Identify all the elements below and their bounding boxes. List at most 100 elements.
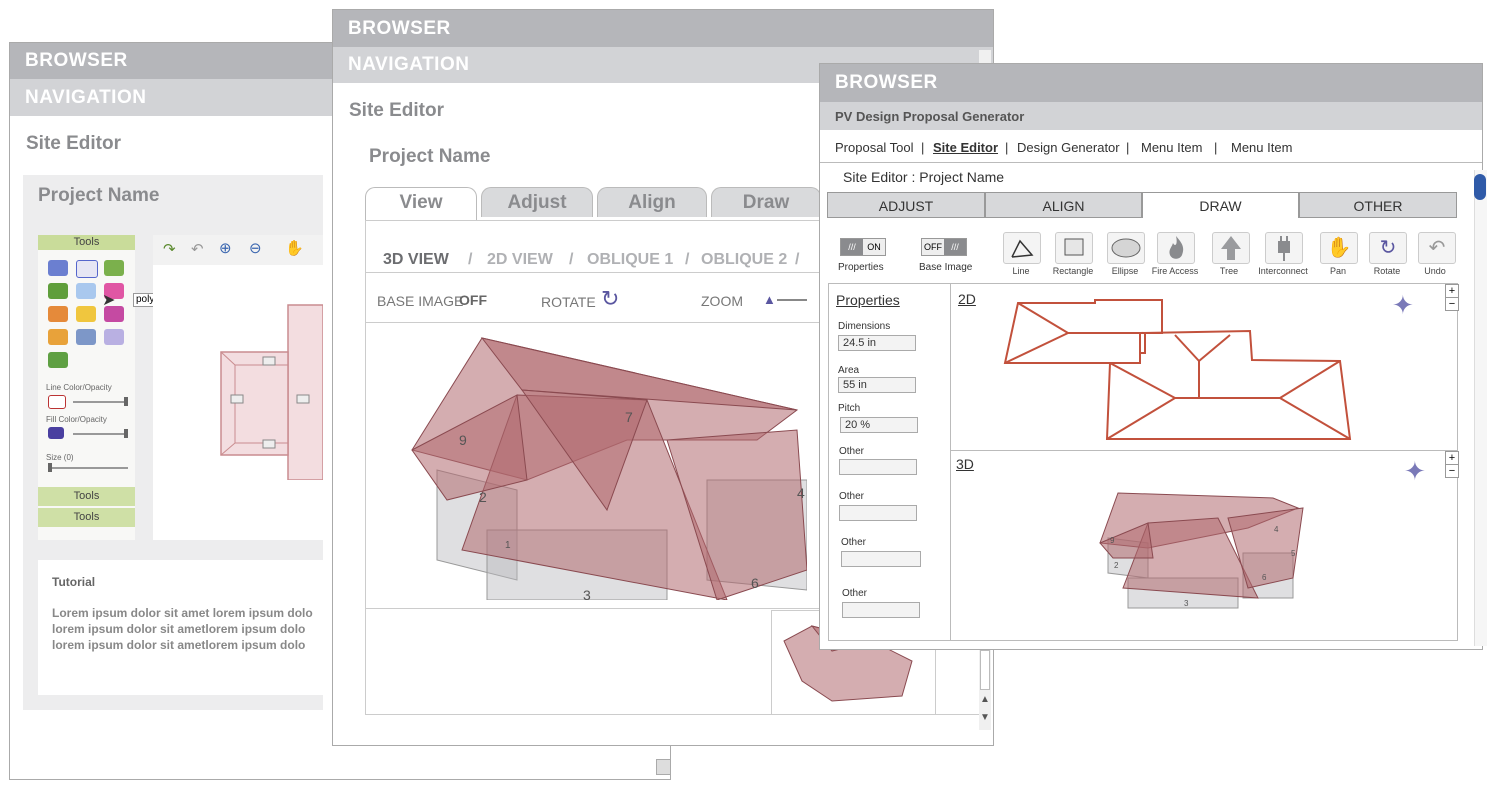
rotate-icon[interactable]: ↻ [601,286,619,312]
undo-tool-icon[interactable]: ↶ [1418,232,1456,264]
tab-align[interactable]: Align [597,187,707,217]
compass-2d-icon[interactable]: ✦ [1392,290,1414,321]
zoom-out-icon[interactable]: ⊖ [249,239,262,257]
undo-icon[interactable]: ↶ [191,240,204,258]
size-slider[interactable] [48,467,128,469]
leaf-icon[interactable] [48,283,68,299]
curve-icon[interactable] [76,260,98,278]
scroll-down-arrow-icon[interactable]: ▼ [980,712,990,723]
hand-icon[interactable]: ✋ [285,239,304,257]
roof-3d-view[interactable]: 9 2 1 7 3 6 4 [367,330,807,600]
redo-icon[interactable]: ↷ [163,240,176,258]
scroll-thumb[interactable] [980,650,990,690]
other-label-4: Other [842,588,868,599]
view-2d-link[interactable]: 2D VIEW [487,251,553,269]
scrollbar-right[interactable] [1474,170,1487,646]
ruler-icon[interactable] [104,260,124,276]
navigation-label: NAVIGATION [25,86,147,108]
oblique-1-link[interactable]: OBLIQUE 1 [587,251,673,269]
tree-icon[interactable] [48,352,68,368]
other-field-1[interactable] [839,459,917,475]
breadcrumb: Site Editor : Project Name [843,169,1005,185]
pitch-label: Pitch [838,403,861,414]
tutorial-line-3: lorem ipsum dolor sit ametlorem ipsum do… [52,638,306,652]
zoom-plus-3d[interactable]: + [1445,451,1459,465]
fill-color-swatch[interactable] [48,427,64,439]
line-tool-label: Line [1012,266,1030,276]
tab-other-3[interactable]: OTHER [1299,192,1457,218]
view-2d-label: 2D [958,291,976,307]
fill-color-label: Fill Color/Opacity [46,415,107,424]
roof-3d-small[interactable]: 9 2 3 4 5 6 [1088,488,1308,613]
zoom-plus-2d[interactable]: + [1445,284,1459,298]
cursor-icon: ➤ [102,292,116,309]
nav-proposal-tool[interactable]: Proposal Tool [835,140,914,155]
scroll-up-arrow-icon[interactable]: ▲ [980,694,990,705]
tree-tool-icon[interactable] [1212,232,1250,264]
view-3d-link[interactable]: 3D VIEW [383,251,449,269]
fill-opacity-slider[interactable] [73,433,128,435]
frame-icon[interactable] [76,329,96,345]
view-divider [951,450,1458,451]
compass-3d-icon[interactable]: ✦ [1404,456,1426,487]
size-handle[interactable] [48,463,52,472]
interconnect-icon[interactable] [1265,232,1303,264]
scroll-thumb-right[interactable] [1474,174,1486,200]
svg-text:2: 2 [479,489,487,505]
tab-align-3[interactable]: ALIGN [985,192,1142,218]
rotate-tool-icon[interactable]: ↻ [1369,232,1407,264]
tab-view[interactable]: View [365,187,477,221]
tab-adjust[interactable]: Adjust [481,187,593,217]
base-image-value[interactable]: OFF [459,292,487,308]
line-color-swatch[interactable] [48,395,66,409]
image-icon[interactable] [48,329,68,345]
text-icon[interactable] [48,306,68,322]
pitch-field[interactable]: 20 % [840,417,918,433]
drawing-canvas[interactable]: ↷ ↶ ⊕ ⊖ ✋ [153,235,323,540]
area-field[interactable]: 55 in [838,377,916,393]
pan-hand-icon[interactable]: ✋ [1320,232,1358,264]
line-opacity-slider[interactable] [73,401,128,403]
layers-icon[interactable] [104,329,124,345]
ellipse-tool-icon[interactable] [1107,232,1145,264]
nav-menu-item-2[interactable]: Menu Item [1231,140,1292,155]
other-field-3[interactable] [841,551,921,567]
tools-button-1[interactable]: Tools [38,487,135,506]
nav-site-editor[interactable]: Site Editor [933,140,998,155]
zoom-in-icon[interactable]: ⊕ [219,239,232,257]
other-field-4[interactable] [842,602,920,618]
app-title: PV Design Proposal Generator [835,109,1025,124]
tab-draw-3[interactable]: DRAW [1142,192,1299,218]
dimensions-field[interactable]: 24.5 in [838,335,916,351]
line-opacity-handle[interactable] [124,397,128,406]
roof-sketch [220,304,323,480]
oblique-2-link[interactable]: OBLIQUE 2 [701,251,787,269]
svg-text:6: 6 [751,575,759,591]
pencil-icon[interactable] [48,260,68,276]
nav-design-generator[interactable]: Design Generator [1017,140,1120,155]
properties-divider [950,283,951,641]
line-tool-icon[interactable] [1003,232,1041,264]
tab-adjust-3[interactable]: ADJUST [827,192,985,218]
tab-draw[interactable]: Draw [711,187,821,217]
svg-text:9: 9 [459,432,467,448]
size-label: Size (0) [46,453,74,462]
roof-2d-outline[interactable] [1000,295,1360,445]
star-icon[interactable] [76,306,96,322]
fill-opacity-handle[interactable] [124,429,128,438]
other-field-2[interactable] [839,505,917,521]
tools-button-2[interactable]: Tools [38,508,135,527]
rectangle-icon[interactable] [76,283,96,299]
browser-label: BROWSER [348,17,451,39]
zoom-minus-3d[interactable]: − [1445,464,1459,478]
nav-menu-item-1[interactable]: Menu Item [1141,140,1202,155]
properties-toggle-label: Properties [838,262,884,273]
rectangle-tool-icon[interactable] [1055,232,1093,264]
base-image-toggle[interactable]: OFF /// [921,238,967,256]
resize-grip-icon[interactable] [656,759,670,775]
properties-toggle[interactable]: /// ON [840,238,886,256]
fire-access-icon[interactable] [1157,232,1195,264]
zoom-minus-2d[interactable]: − [1445,297,1459,311]
tools-palette: Tools ➤ Line Color/Opacity Fill Color/Op… [38,235,135,540]
zoom-slider[interactable] [777,299,807,301]
